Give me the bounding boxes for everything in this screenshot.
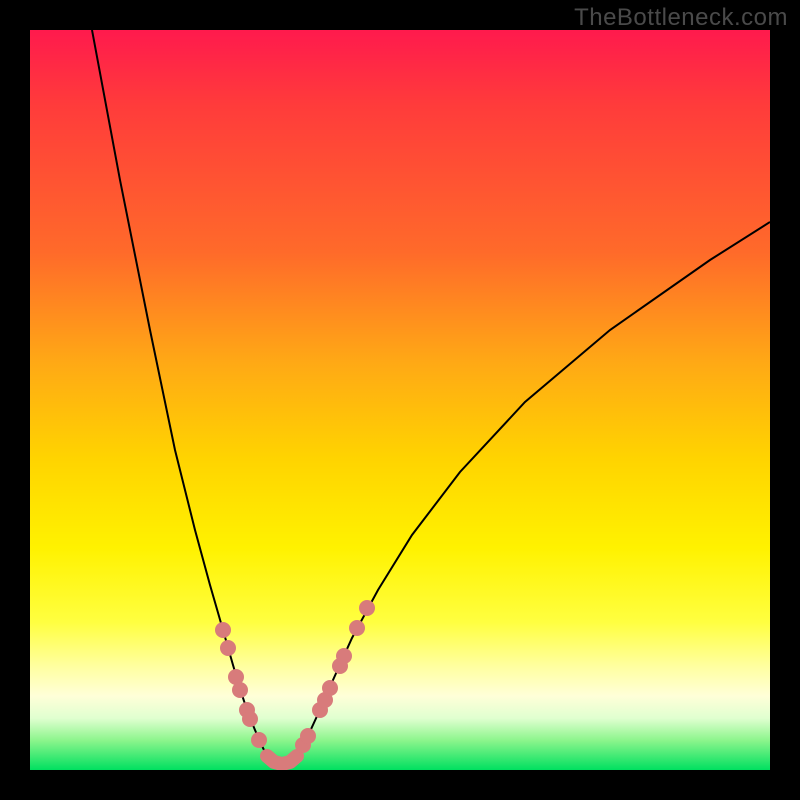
data-marker bbox=[300, 728, 316, 744]
curve-minimum-segment bbox=[267, 756, 297, 764]
data-marker bbox=[251, 732, 267, 748]
plot-area bbox=[30, 30, 770, 770]
marker-group bbox=[215, 600, 375, 753]
data-marker bbox=[349, 620, 365, 636]
data-marker bbox=[322, 680, 338, 696]
data-marker bbox=[215, 622, 231, 638]
data-marker bbox=[242, 711, 258, 727]
curve-left-branch bbox=[92, 30, 267, 756]
data-marker bbox=[232, 682, 248, 698]
data-marker bbox=[336, 648, 352, 664]
curve-right-branch bbox=[297, 222, 770, 756]
data-marker bbox=[220, 640, 236, 656]
data-marker bbox=[359, 600, 375, 616]
watermark-text: TheBottleneck.com bbox=[574, 4, 788, 32]
chart-svg bbox=[30, 30, 770, 770]
chart-frame: TheBottleneck.com bbox=[0, 0, 800, 800]
